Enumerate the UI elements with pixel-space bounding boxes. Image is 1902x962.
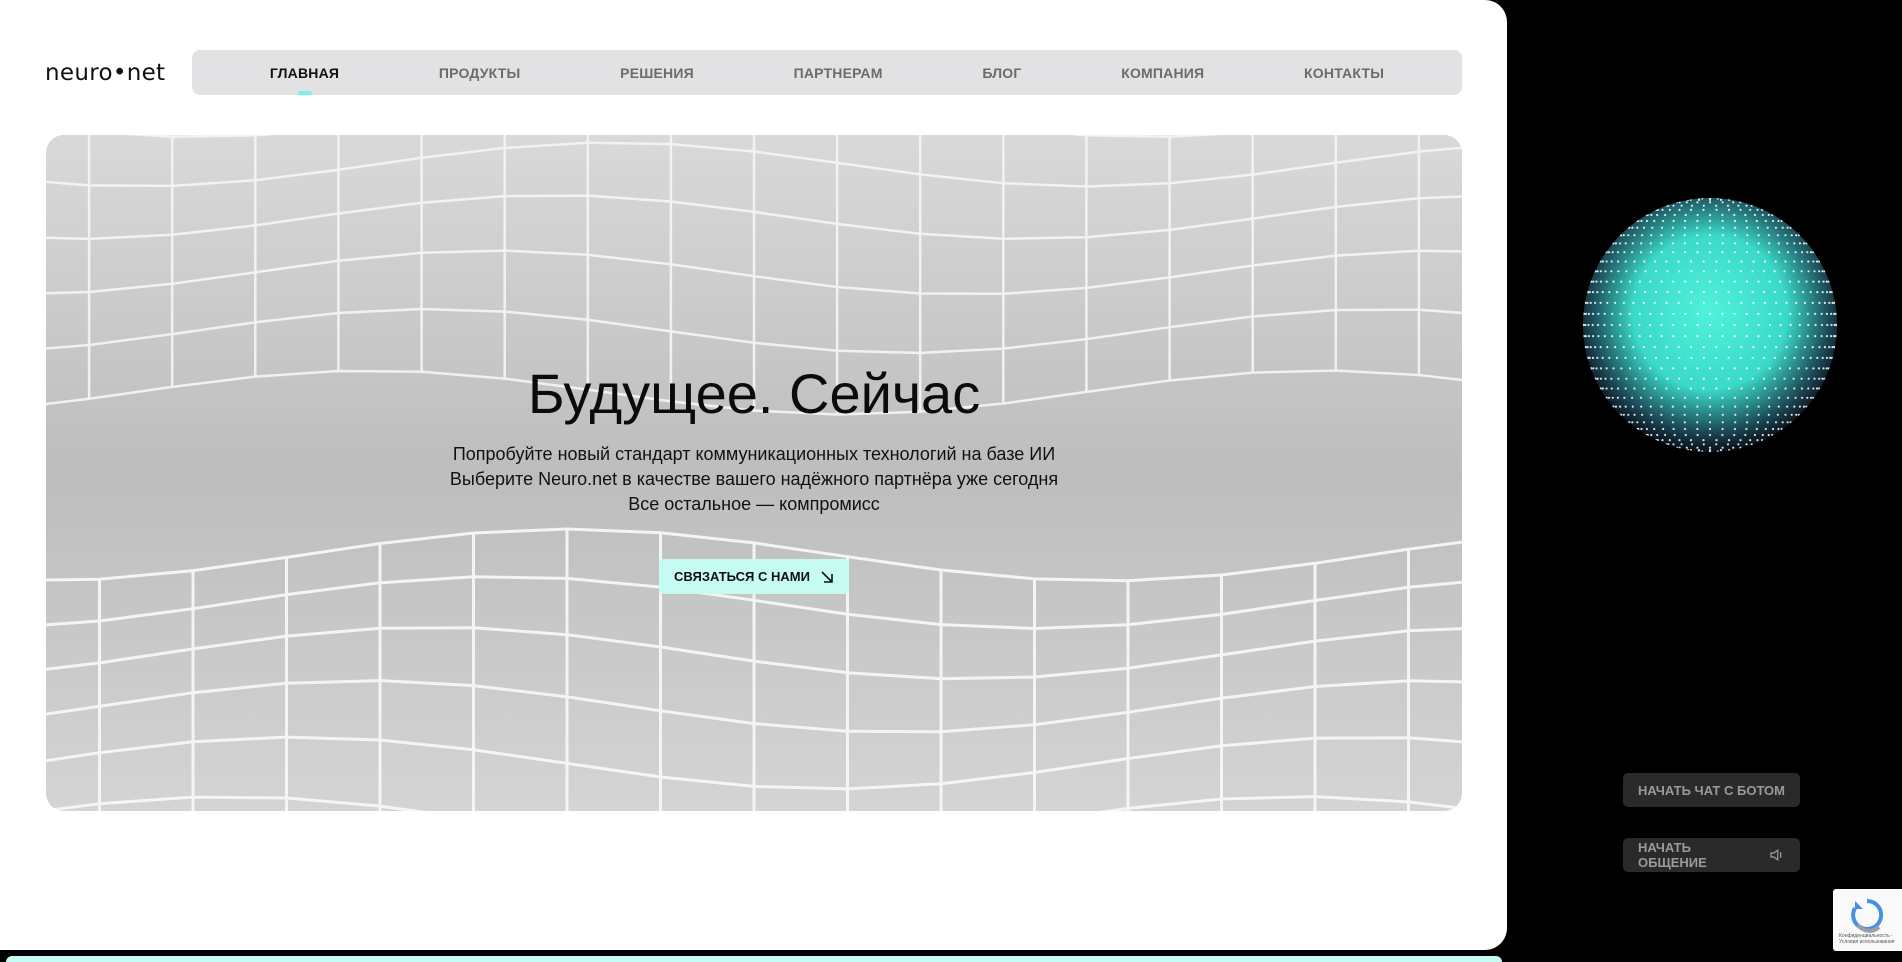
- hero-line: Выберите Neuro.net в качестве вашего над…: [449, 469, 1059, 489]
- contact-us-button[interactable]: СВЯЗАТЬСЯ С НАМИ: [659, 559, 849, 594]
- recaptcha-badge[interactable]: Конфиденциальность - Условия использован…: [1833, 889, 1902, 951]
- main-nav: ГЛАВНАЯ ПРОДУКТЫ РЕШЕНИЯ ПАРТНЕРАМ БЛОГ …: [192, 50, 1462, 95]
- start-bot-chat-label: НАЧАТЬ ЧАТ С БОТОМ: [1638, 782, 1785, 798]
- arrow-down-right-icon: [821, 570, 833, 583]
- hero-banner: Будущее. Сейчас Попробуйте новый стандар…: [46, 135, 1462, 811]
- hero-title: Будущее. Сейчас: [527, 362, 981, 425]
- ai-sphere-image: [1583, 198, 1837, 452]
- hero-content: Будущее. Сейчас Попробуйте новый стандар…: [46, 135, 1462, 811]
- recaptcha-text: Конфиденциальность - Условия использован…: [1839, 933, 1895, 945]
- nav-item-contacts[interactable]: КОНТАКТЫ: [1304, 65, 1384, 81]
- hero-subtitle: Попробуйте новый стандарт коммуникационн…: [450, 442, 1058, 517]
- nav-item-solutions[interactable]: РЕШЕНИЯ: [620, 65, 694, 81]
- voice-icon: [1770, 848, 1782, 862]
- nav-item-home[interactable]: ГЛАВНАЯ: [270, 65, 339, 81]
- start-bot-chat-button[interactable]: НАЧАТЬ ЧАТ С БОТОМ: [1623, 773, 1800, 807]
- bottom-accent-strip: [6, 956, 1502, 962]
- hero-line: Все остальное — компромисс: [628, 494, 880, 514]
- nav-item-products[interactable]: ПРОДУКТЫ: [439, 65, 521, 81]
- recaptcha-icon: [1851, 898, 1884, 933]
- start-conversation-button[interactable]: НАЧАТЬ ОБЩЕНИЕ: [1623, 838, 1800, 872]
- nav-item-company[interactable]: КОМПАНИЯ: [1121, 65, 1204, 81]
- hero-line: Попробуйте новый стандарт коммуникационн…: [452, 444, 1056, 464]
- nav-item-blog[interactable]: БЛОГ: [982, 65, 1021, 81]
- logo[interactable]: neuro•net: [45, 60, 165, 86]
- contact-us-label: СВЯЗАТЬСЯ С НАМИ: [674, 569, 810, 584]
- page-card: neuro•net ГЛАВНАЯ ПРОДУКТЫ РЕШЕНИЯ ПАРТН…: [0, 0, 1507, 950]
- start-conversation-label: НАЧАТЬ ОБЩЕНИЕ: [1638, 840, 1707, 870]
- nav-item-partners[interactable]: ПАРТНЕРАМ: [794, 65, 883, 81]
